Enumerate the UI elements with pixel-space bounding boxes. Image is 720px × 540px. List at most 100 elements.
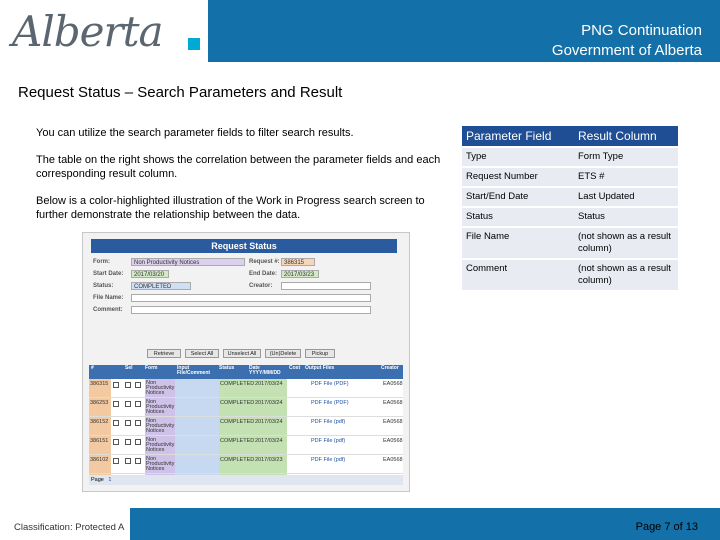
document-icon <box>135 420 141 426</box>
header: Alberta PNG Continuation Government of A… <box>0 0 720 62</box>
paragraph-3: Below is a color-highlighted illustratio… <box>36 195 425 221</box>
document-icon <box>135 439 141 445</box>
header-parameter-field: Parameter Field <box>462 126 574 146</box>
magnify-icon[interactable] <box>113 458 119 464</box>
grid-cell-output-link[interactable]: PDF File (pdf) <box>311 438 345 444</box>
pager-label: Page <box>91 477 104 483</box>
header-line-1: PNG Continuation <box>581 22 702 39</box>
result-cell: Form Type <box>574 148 678 166</box>
parameter-cell: Status <box>462 208 574 226</box>
page-title: Request Status – Search Parameters and R… <box>18 84 343 101</box>
grid-cell-creator: EA0568 <box>383 457 403 463</box>
file-name-label: File Name: <box>93 295 124 301</box>
paragraph-2: The table on the right shows the correla… <box>36 154 441 180</box>
mapping-row: Start/End Date Last Updated <box>462 188 678 206</box>
grid-cell-creator: EA0568 <box>383 419 403 425</box>
grid-cell-creator: EA0568 <box>383 400 403 406</box>
grid-cell-form: Non Productivity Notices <box>146 456 175 472</box>
parameter-cell: Comment <box>462 260 574 290</box>
logo-wordmark: Alberta <box>12 7 163 56</box>
select-checkbox[interactable] <box>125 420 131 426</box>
select-all-button[interactable]: Select All <box>185 349 219 358</box>
grid-header: # Sel Form Input File/Comment Status Dat… <box>89 365 403 379</box>
grid-cell-num: 386315 <box>90 381 109 387</box>
grid-cell-date: 2017/03/23 <box>255 457 283 463</box>
magnify-icon[interactable] <box>113 401 119 407</box>
grid-cell-date: 2017/03/24 <box>255 381 283 387</box>
grid-row[interactable]: 386152 Non Productivity Notices COMPLETE… <box>89 417 403 436</box>
grid-cell-date: 2017/03/24 <box>255 438 283 444</box>
grid-row[interactable]: 386253 Non Productivity Notices COMPLETE… <box>89 398 403 417</box>
request-number-field[interactable]: 386315 <box>281 258 315 266</box>
magnify-icon[interactable] <box>113 382 119 388</box>
grid-cell-status: COMPLETED <box>220 419 255 425</box>
page-number: Page 7 of 13 <box>635 521 698 533</box>
grid-cell-output-link[interactable]: PDF File (PDF) <box>311 381 349 387</box>
select-checkbox[interactable] <box>125 401 131 407</box>
start-date-field[interactable]: 2017/03/20 <box>131 270 169 278</box>
mapping-row: Status Status <box>462 208 678 226</box>
request-status-screenshot: Request Status Form: Non Productivity No… <box>82 232 410 492</box>
grid-cell-date: 2017/03/24 <box>255 400 283 406</box>
grid-cell-date: 2017/03/24 <box>255 419 283 425</box>
grid-cell-form: Non Productivity Notices <box>146 437 175 453</box>
mapping-row: Comment (not shown as a result column) <box>462 260 678 290</box>
header-band: PNG Continuation Government of Alberta <box>208 0 720 62</box>
document-icon <box>135 458 141 464</box>
grid-cell-num: 386253 <box>90 400 109 406</box>
mapping-row: Type Form Type <box>462 148 678 166</box>
grid-header-num: # <box>91 365 94 371</box>
select-checkbox[interactable] <box>125 382 131 388</box>
status-select[interactable]: COMPLETED <box>131 282 191 290</box>
result-cell: ETS # <box>574 168 678 186</box>
grid-cell-output-link[interactable]: PDF File (pdf) <box>311 419 345 425</box>
form-select[interactable]: Non Productivity Notices <box>131 258 245 266</box>
select-checkbox[interactable] <box>125 458 131 464</box>
magnify-icon[interactable] <box>113 420 119 426</box>
grid-header-creator: Creator <box>381 365 399 371</box>
grid-cell-creator: EA0568 <box>383 438 403 444</box>
grid-header-date: Date YYYY/MM/DD <box>249 365 281 376</box>
status-label: Status: <box>93 283 114 289</box>
grid-header-sel: Sel <box>125 365 133 371</box>
pager-page-1[interactable]: 1 <box>108 477 111 483</box>
retrieve-button[interactable]: Retrieve <box>147 349 181 358</box>
grid-cell-output-link[interactable]: PDF File (PDF) <box>311 400 349 406</box>
parameter-cell: Start/End Date <box>462 188 574 206</box>
comment-field[interactable] <box>131 306 371 314</box>
magnify-icon[interactable] <box>113 439 119 445</box>
parameter-cell: Type <box>462 148 574 166</box>
form-label: Form: <box>93 259 110 265</box>
grid-cell-num: 386152 <box>90 419 109 425</box>
result-cell: Status <box>574 208 678 226</box>
unselect-all-button[interactable]: Unselect All <box>223 349 261 358</box>
end-date-label: End Date: <box>249 271 278 277</box>
grid-cell-num: 386102 <box>90 457 109 463</box>
grid-row[interactable]: 386315 Non Productivity Notices COMPLETE… <box>89 379 403 398</box>
select-checkbox[interactable] <box>125 439 131 445</box>
result-cell: (not shown as a result column) <box>574 228 678 258</box>
grid-row[interactable]: 386151 Non Productivity Notices COMPLETE… <box>89 436 403 455</box>
creator-field[interactable] <box>281 282 371 290</box>
grid-cell-form: Non Productivity Notices <box>146 399 175 415</box>
grid-cell-status: COMPLETED <box>220 438 255 444</box>
undelete-button[interactable]: (Un)Delete <box>265 349 301 358</box>
parameter-cell: Request Number <box>462 168 574 186</box>
result-grid: # Sel Form Input File/Comment Status Dat… <box>89 365 403 485</box>
creator-label: Creator: <box>249 283 273 289</box>
request-number-label: Request #: <box>249 259 280 265</box>
grid-cell-output-link[interactable]: PDF File (pdf) <box>311 457 345 463</box>
mapping-row: Request Number ETS # <box>462 168 678 186</box>
document-icon <box>135 382 141 388</box>
grid-cell-form: Non Productivity Notices <box>146 380 175 396</box>
header-line-2: Government of Alberta <box>551 42 702 59</box>
file-name-field[interactable] <box>131 294 371 302</box>
grid-cell-num: 386151 <box>90 438 109 444</box>
mapping-row: File Name (not shown as a result column) <box>462 228 678 258</box>
paragraph-1: You can utilize the search parameter fie… <box>36 127 354 139</box>
end-date-field[interactable]: 2017/03/23 <box>281 270 319 278</box>
grid-header-output: Output Files <box>305 365 335 371</box>
pickup-button[interactable]: Pickup <box>305 349 335 358</box>
grid-row[interactable]: 386102 Non Productivity Notices COMPLETE… <box>89 455 403 474</box>
grid-cell-form: Non Productivity Notices <box>146 418 175 434</box>
